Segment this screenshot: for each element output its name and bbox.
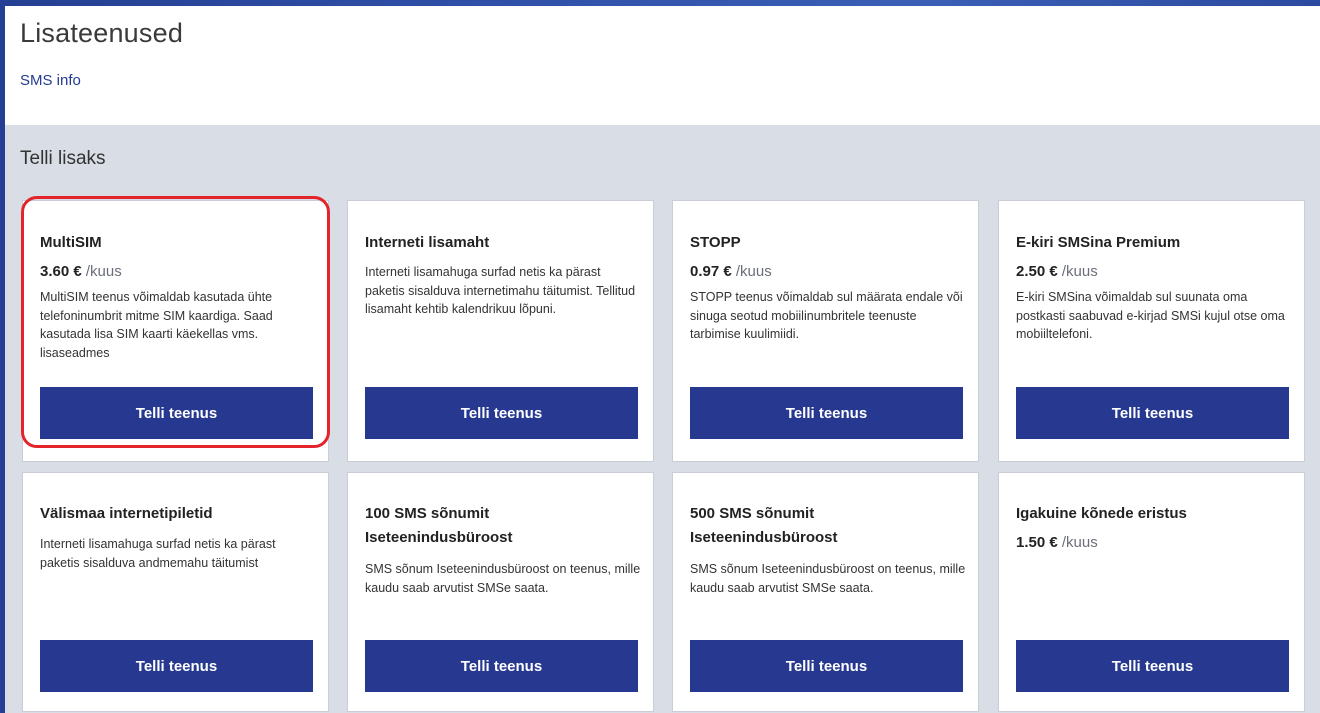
page-title: Lisateenused bbox=[20, 18, 184, 48]
card-title: Välismaa internetipiletid bbox=[40, 505, 213, 522]
card-title: 100 SMS sõnumit Iseteenindusbüroost bbox=[365, 505, 513, 546]
order-service-button[interactable]: Telli teenus bbox=[1016, 387, 1289, 439]
service-card-500-sms: 500 SMS sõnumit Iseteenindusbüroost SMS … bbox=[672, 472, 979, 712]
service-card-email-sms: E-kiri SMSina Premium 2.50 € /kuus E-kir… bbox=[998, 200, 1305, 462]
order-service-button[interactable]: Telli teenus bbox=[365, 387, 638, 439]
card-description: E-kiri SMSina võimaldab sul suunata oma … bbox=[1016, 290, 1285, 341]
card-description: Interneti lisamahuga surfad netis ka pär… bbox=[40, 537, 276, 570]
card-title: Interneti lisamaht bbox=[365, 234, 490, 251]
service-card-internet-extra: Interneti lisamaht Interneti lisamahuga … bbox=[347, 200, 654, 462]
order-service-button[interactable]: Telli teenus bbox=[40, 640, 313, 692]
service-card-100-sms: 100 SMS sõnumit Iseteenindusbüroost SMS … bbox=[347, 472, 654, 712]
order-service-button[interactable]: Telli teenus bbox=[690, 387, 963, 439]
order-service-button[interactable]: Telli teenus bbox=[1016, 640, 1289, 692]
card-title: MultiSIM bbox=[40, 234, 102, 251]
card-price: 1.50 € /kuus bbox=[1016, 534, 1098, 551]
card-title: Igakuine kõnede eristus bbox=[1016, 505, 1187, 522]
card-description: STOPP teenus võimaldab sul määrata endal… bbox=[690, 290, 963, 341]
card-price: 2.50 € /kuus bbox=[1016, 263, 1098, 280]
card-title: 500 SMS sõnumit Iseteenindusbüroost bbox=[690, 505, 838, 546]
card-description: SMS sõnum Iseteenindusbüroost on teenus,… bbox=[365, 562, 641, 595]
card-price: 3.60 € /kuus bbox=[40, 263, 122, 280]
card-title: E-kiri SMSina Premium bbox=[1016, 234, 1181, 251]
sms-info-link[interactable]: SMS info bbox=[20, 72, 81, 89]
order-service-button[interactable]: Telli teenus bbox=[690, 640, 963, 692]
order-service-button[interactable]: Telli teenus bbox=[365, 640, 638, 692]
card-price: 0.97 € /kuus bbox=[690, 263, 772, 280]
service-card-roaming-tickets: Välismaa internetipiletid Interneti lisa… bbox=[22, 472, 329, 712]
service-card-call-itemization: Igakuine kõnede eristus 1.50 € /kuus Tel… bbox=[998, 472, 1305, 712]
order-extras-section: Telli lisaks MultiSIM 3.60 € /kuus Multi… bbox=[5, 125, 1320, 713]
card-description: Interneti lisamahuga surfad netis ka pär… bbox=[365, 265, 636, 316]
card-title: STOPP bbox=[690, 234, 741, 251]
service-card-multisim: MultiSIM 3.60 € /kuus MultiSIM teenus võ… bbox=[22, 200, 329, 462]
order-service-button[interactable]: Telli teenus bbox=[40, 387, 313, 439]
card-description: SMS sõnum Iseteenindusbüroost on teenus,… bbox=[690, 562, 966, 595]
card-description: MultiSIM teenus võimaldab kasutada ühte … bbox=[40, 290, 273, 360]
page: Lisateenused SMS info Telli lisaks Multi… bbox=[5, 6, 1320, 713]
section-title: Telli lisaks bbox=[20, 148, 106, 169]
service-card-stopp: STOPP 0.97 € /kuus STOPP teenus võimalda… bbox=[672, 200, 979, 462]
page-header: Lisateenused SMS info bbox=[5, 6, 1320, 125]
